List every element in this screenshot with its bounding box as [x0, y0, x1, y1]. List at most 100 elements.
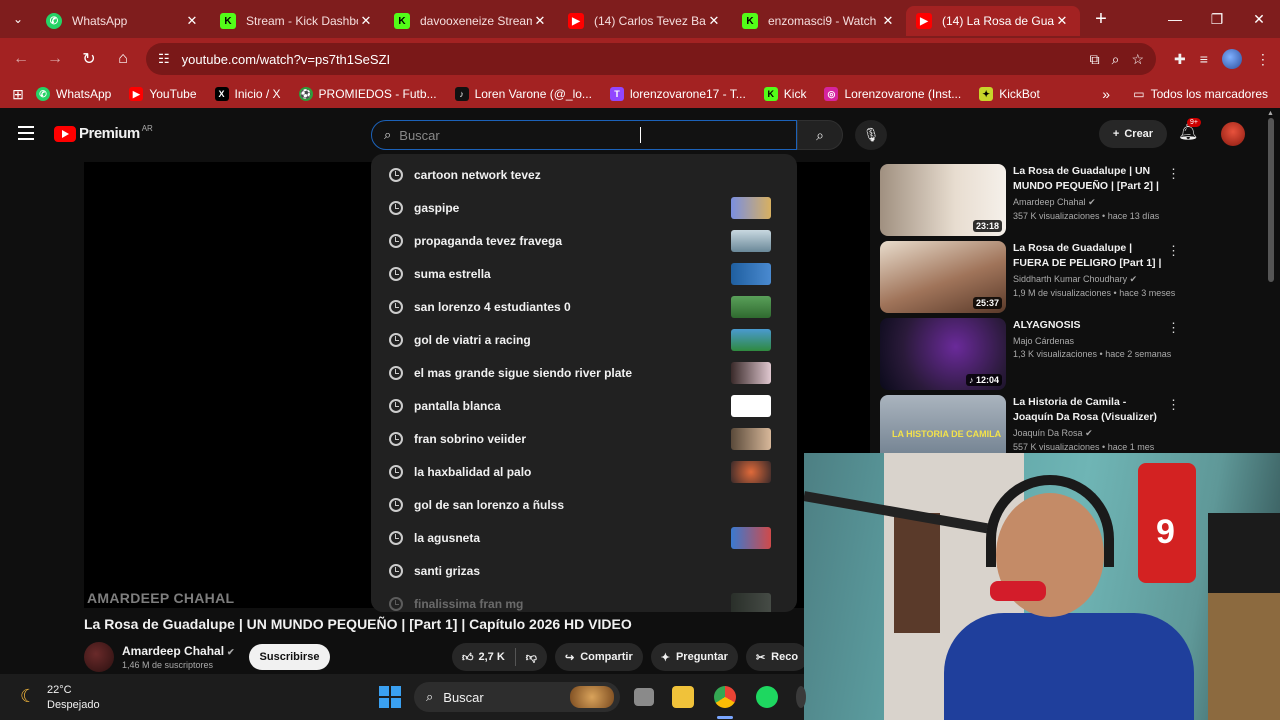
like-button[interactable]: 👍︎ 2,7 K: [452, 643, 515, 671]
create-button[interactable]: + Crear: [1099, 120, 1167, 148]
bookmark-kick[interactable]: K Kick: [763, 87, 806, 101]
suggestion-item[interactable]: propaganda tevez fravega: [371, 224, 797, 257]
tab-search-chevron-icon[interactable]: ⌄: [0, 0, 36, 38]
suggestion-item[interactable]: el mas grande sigue siendo river plate: [371, 356, 797, 389]
recommendation-card[interactable]: 23:18 La Rosa de Guadalupe | UN MUNDO PE…: [880, 164, 1180, 238]
share-button[interactable]: ↪ Compartir: [554, 643, 643, 671]
search-button[interactable]: ⌕: [797, 120, 843, 150]
microphone-icon: 🎙︎: [862, 127, 880, 142]
more-bookmarks-icon[interactable]: »: [1102, 86, 1110, 102]
browser-menu-icon[interactable]: ⋮: [1256, 51, 1270, 68]
restore-icon[interactable]: ❐: [1196, 0, 1238, 38]
file-explorer-icon[interactable]: [672, 686, 694, 708]
more-options-icon[interactable]: ⋮: [1167, 243, 1180, 259]
task-view-icon[interactable]: [634, 688, 654, 706]
suggestion-item[interactable]: cartoon network tevez: [371, 158, 797, 191]
suggestion-item[interactable]: la haxbalidad al palo: [371, 455, 797, 488]
recommendation-thumbnail[interactable]: 23:18: [880, 164, 1006, 236]
more-options-icon[interactable]: ⋮: [1167, 166, 1180, 182]
app-icon[interactable]: [796, 686, 806, 708]
more-options-icon[interactable]: ⋮: [1167, 397, 1180, 413]
install-app-icon[interactable]: ⧉: [1090, 51, 1100, 68]
bookmark-instagram[interactable]: ◎ Lorenzovarone (Inst...: [824, 87, 961, 101]
dislike-button[interactable]: 👎︎: [516, 643, 547, 671]
bookmark-x[interactable]: X Inicio / X: [214, 87, 281, 101]
recommendation-channel: Amardeep Chahal ✔: [1013, 197, 1163, 208]
new-tab-button[interactable]: +: [1086, 4, 1116, 34]
suggestion-item[interactable]: pantalla blanca: [371, 389, 797, 422]
media-control-icon[interactable]: ≡: [1200, 51, 1208, 67]
spotify-icon[interactable]: [756, 686, 778, 708]
channel-name[interactable]: Amardeep Chahal ✔: [122, 644, 235, 658]
bookmark-label: Inicio / X: [234, 87, 281, 101]
voice-search-button[interactable]: 🎙︎: [855, 120, 887, 150]
weather-moon-icon[interactable]: ☾: [20, 686, 36, 707]
start-button[interactable]: [379, 686, 401, 708]
recommendation-thumbnail[interactable]: ♪ 12:04: [880, 318, 1006, 390]
bookmark-promiedos[interactable]: ⚽ PROMIEDOS - Futb...: [298, 87, 437, 101]
subscribe-button[interactable]: Suscribirse: [249, 644, 330, 670]
suggestion-item[interactable]: suma estrella: [371, 257, 797, 290]
suggestion-item[interactable]: gaspipe: [371, 191, 797, 224]
bookmark-star-icon[interactable]: ☆: [1131, 51, 1144, 68]
account-avatar[interactable]: [1221, 122, 1245, 146]
tab-enzomasci9[interactable]: K enzomasci9 - Watch ✕: [732, 6, 906, 36]
ask-label: Preguntar: [675, 651, 728, 663]
suggestion-item[interactable]: santi grizas: [371, 554, 797, 587]
chrome-icon[interactable]: [714, 686, 736, 708]
search-input[interactable]: [399, 127, 760, 143]
bookmark-whatsapp[interactable]: ✆ WhatsApp: [36, 87, 111, 101]
tab-davooxeneize[interactable]: K davooxeneize Stream ✕: [384, 6, 558, 36]
bookmark-tiktok[interactable]: ♪ Loren Varone (@_lo...: [454, 87, 592, 101]
address-bar[interactable]: ☷ youtube.com/watch?v=ps7th1SeSZI ⧉ ⌕ ☆: [146, 43, 1156, 75]
bookmark-label: WhatsApp: [56, 87, 112, 101]
suggestion-item[interactable]: san lorenzo 4 estudiantes 0: [371, 290, 797, 323]
close-icon[interactable]: ✕: [706, 13, 722, 29]
close-icon[interactable]: ✕: [184, 13, 200, 29]
all-bookmarks-button[interactable]: ▭ Todos los marcadores: [1133, 87, 1268, 101]
suggestion-item[interactable]: fran sobrino veiider: [371, 422, 797, 455]
bookmark-youtube[interactable]: ▶ YouTube: [129, 87, 197, 101]
suggestion-text: el mas grande sigue siendo river plate: [414, 365, 633, 380]
ask-button[interactable]: ✦ Preguntar: [650, 643, 738, 671]
taskbar-search[interactable]: ⌕ Buscar: [414, 682, 620, 712]
recommendation-card[interactable]: ♪ 12:04 ALYAGNOSIS Majo Cárdenas 1,3 K v…: [880, 318, 1180, 392]
notifications-button[interactable]: 🔔︎ 9+: [1178, 118, 1201, 142]
tab-carlos-tevez[interactable]: ▶ (14) Carlos Tevez Bail ✕: [558, 6, 732, 36]
tab-kick-dashboard[interactable]: K Stream - Kick Dashbo ✕: [210, 6, 384, 36]
site-info-icon[interactable]: ☷: [158, 51, 170, 67]
page-scrollbar[interactable]: [1268, 118, 1274, 282]
scroll-up-arrow-icon[interactable]: ▲: [1267, 110, 1274, 117]
suggestion-text: gol de viatri a racing: [414, 332, 531, 347]
close-icon[interactable]: ✕: [358, 13, 374, 29]
recommendation-card[interactable]: 25:37 La Rosa de Guadalupe | FUERA DE PE…: [880, 241, 1180, 315]
bookmark-twitch[interactable]: Tlorenzovarone17 - T...: [609, 87, 746, 101]
zoom-icon[interactable]: ⌕: [1112, 51, 1120, 68]
close-icon[interactable]: ✕: [880, 13, 896, 29]
suggestion-item[interactable]: gol de san lorenzo a ñulss: [371, 488, 797, 521]
menu-icon[interactable]: [18, 126, 34, 144]
suggestion-item[interactable]: finalissima fran mg: [371, 587, 797, 612]
back-icon[interactable]: ←: [4, 42, 38, 76]
close-icon[interactable]: ✕: [1054, 13, 1070, 29]
clip-button[interactable]: ✂ Reco: [745, 643, 809, 671]
more-options-icon[interactable]: ⋮: [1167, 320, 1180, 336]
close-window-icon[interactable]: ✕: [1238, 0, 1280, 38]
bookmark-kickbot[interactable]: ✦ KickBot: [979, 87, 1040, 101]
home-icon[interactable]: ⌂: [106, 42, 140, 76]
suggestion-item[interactable]: gol de viatri a racing: [371, 323, 797, 356]
channel-avatar[interactable]: [84, 642, 114, 672]
minimize-icon[interactable]: —: [1154, 0, 1196, 38]
close-icon[interactable]: ✕: [532, 13, 548, 29]
extensions-icon[interactable]: ✚: [1174, 51, 1186, 68]
tab-whatsapp[interactable]: ✆ WhatsApp ✕: [36, 6, 210, 36]
profile-avatar[interactable]: [1221, 49, 1242, 69]
suggestion-item[interactable]: la agusneta: [371, 521, 797, 554]
youtube-logo[interactable]: Premium AR: [54, 124, 153, 142]
forward-icon[interactable]: →: [38, 42, 72, 76]
recommendation-thumbnail[interactable]: 25:37: [880, 241, 1006, 313]
reload-icon[interactable]: ↻: [72, 42, 106, 76]
search-box[interactable]: ⌕: [371, 120, 797, 150]
tab-la-rosa-de-guadalupe[interactable]: ▶ (14) La Rosa de Guad ✕: [906, 6, 1080, 36]
apps-grid-icon[interactable]: ⊞: [0, 86, 36, 103]
